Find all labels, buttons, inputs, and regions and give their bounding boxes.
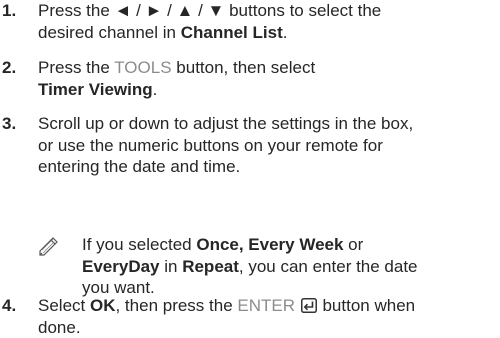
note-text: If you selected Once, Every Week or Ever… xyxy=(82,234,496,299)
enter-key-icon xyxy=(300,297,317,313)
text: Press the xyxy=(38,58,115,77)
text: in xyxy=(159,256,183,276)
option-names: Once, Every Week xyxy=(196,235,344,254)
text: buttons to select the xyxy=(224,1,382,20)
note-line: If you selected Once, Every Week or xyxy=(82,234,496,256)
step-text: Select OK, then press the ENTER button w… xyxy=(38,295,496,338)
step-line: done. xyxy=(38,317,81,337)
step-line: Timer Viewing. xyxy=(38,79,496,101)
step-line: Press the TOOLS button, then select xyxy=(38,57,496,79)
step-line: entering the date and time. xyxy=(38,157,241,176)
note-line: EveryDay in Repeat, you can enter the da… xyxy=(82,256,496,278)
step-text: Press the ◄ / ► / ▲ / ▼ buttons to selec… xyxy=(38,0,496,43)
text: If you selected xyxy=(82,235,197,254)
step-line: Select OK, then press the ENTER button w… xyxy=(38,295,496,317)
step-text: Scroll up or down to adjust the settings… xyxy=(38,113,496,178)
text: or xyxy=(343,235,364,254)
menu-name: Channel List xyxy=(180,22,283,42)
text: desired channel in xyxy=(38,22,181,42)
step-text: Press the TOOLS button, then select Time… xyxy=(38,57,496,100)
text: button, then select xyxy=(171,58,316,77)
step-number: 2. xyxy=(2,58,17,77)
text: button when xyxy=(317,296,416,315)
step-number: 1. xyxy=(2,1,17,20)
text: Press the xyxy=(38,1,115,20)
key-name: TOOLS xyxy=(114,58,172,77)
menu-name: Timer Viewing xyxy=(38,79,153,99)
text: Select xyxy=(38,296,90,315)
step-line: Press the ◄ / ► / ▲ / ▼ buttons to selec… xyxy=(38,0,496,22)
step-line: Scroll up or down to adjust the settings… xyxy=(38,114,414,133)
text: , then press the xyxy=(115,296,238,315)
option-name: EveryDay xyxy=(82,256,160,276)
arrow-buttons-text: ◄ / ► / ▲ / ▼ xyxy=(114,1,225,20)
key-name: ENTER xyxy=(237,296,296,315)
text: . xyxy=(152,79,158,99)
pencil-note-icon xyxy=(38,236,60,256)
menu-name: OK xyxy=(89,296,116,315)
text: . xyxy=(282,22,288,42)
step-line: desired channel in Channel List. xyxy=(38,22,496,44)
menu-name: Repeat xyxy=(182,256,239,276)
text: , you can enter the date xyxy=(238,256,418,276)
step-number: 4. xyxy=(2,296,17,315)
step-line: or use the numeric buttons on your remot… xyxy=(38,135,383,155)
instruction-page: 1. Press the ◄ / ► / ▲ / ▼ buttons to se… xyxy=(0,0,500,338)
step-number: 3. xyxy=(2,114,17,133)
